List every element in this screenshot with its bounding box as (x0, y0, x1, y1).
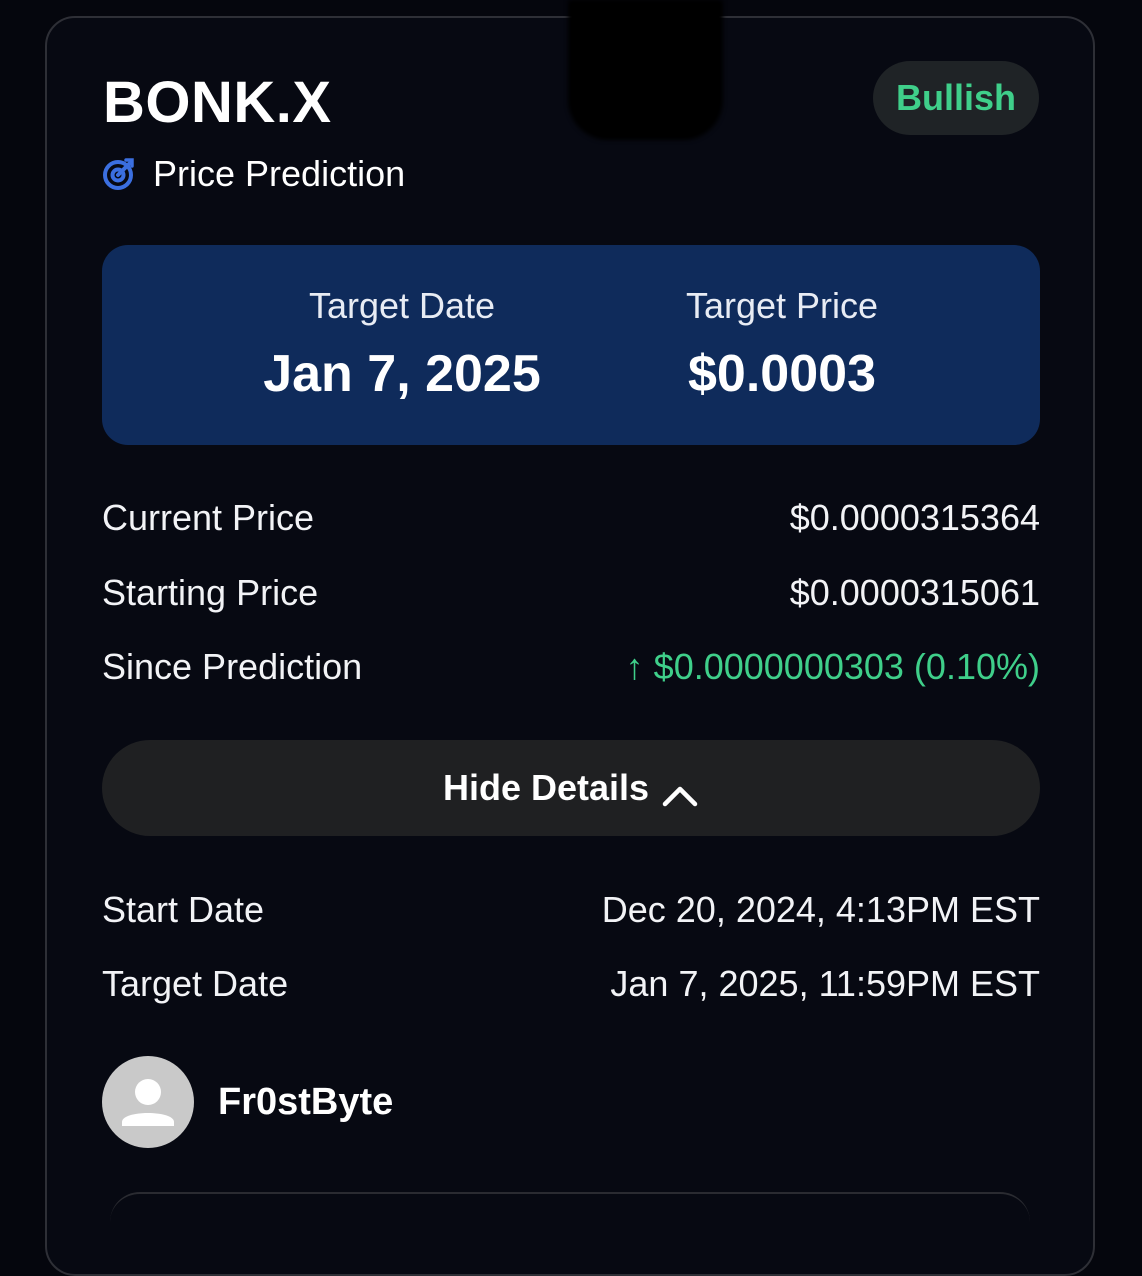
target-icon (101, 156, 137, 192)
target-price-value: $0.0003 (688, 345, 876, 403)
start-date-label: Start Date (102, 889, 265, 930)
hide-details-button[interactable]: Hide Details (102, 740, 1040, 836)
target-summary: Target Date Jan 7, 2025 Target Price $0.… (102, 245, 1040, 445)
starting-price-value: $0.0000315061 (789, 572, 1040, 613)
current-price-row: Current Price $0.0000315364 (102, 494, 1040, 542)
hide-details-label: Hide Details (442, 767, 650, 808)
next-card-edge (110, 1192, 1030, 1224)
since-prediction-value: ↑ $0.0000000303 (0.10%) (625, 646, 1040, 687)
token-title: BONK.X (103, 70, 332, 135)
subtitle-label: Price Prediction (153, 153, 406, 194)
avatar[interactable] (102, 1056, 194, 1148)
start-date-row: Start Date Dec 20, 2024, 4:13PM EST (102, 886, 1040, 934)
target-date-value: Jan 7, 2025 (263, 345, 541, 403)
sentiment-badge: Bullish (873, 61, 1039, 135)
target-date-block: Target Date Jan 7, 2025 (242, 283, 562, 409)
since-prediction-label: Since Prediction (102, 646, 363, 687)
starting-price-row: Starting Price $0.0000315061 (102, 569, 1040, 617)
username[interactable]: Fr0stByte (218, 1081, 393, 1124)
person-icon (122, 1079, 174, 1126)
since-prediction-row: Since Prediction ↑ $0.0000000303 (0.10%) (102, 643, 1040, 691)
current-price-label: Current Price (102, 497, 315, 538)
target-date-row: Target Date Jan 7, 2025, 11:59PM EST (102, 960, 1040, 1008)
prediction-type: Price Prediction (101, 152, 405, 196)
target-price-label: Target Price (685, 285, 879, 326)
redaction-mark (568, 0, 723, 140)
target-date-detail-value: Jan 7, 2025, 11:59PM EST (610, 963, 1040, 1004)
user-profile-link[interactable]: Fr0stByte (102, 1056, 393, 1148)
current-price-value: $0.0000315364 (789, 497, 1040, 538)
target-date-label: Target Date (308, 285, 496, 326)
target-price-block: Target Price $0.0003 (622, 283, 942, 409)
chevron-up-icon (661, 775, 699, 807)
start-date-value: Dec 20, 2024, 4:13PM EST (601, 889, 1040, 930)
starting-price-label: Starting Price (102, 572, 319, 613)
target-date-detail-label: Target Date (102, 963, 289, 1004)
